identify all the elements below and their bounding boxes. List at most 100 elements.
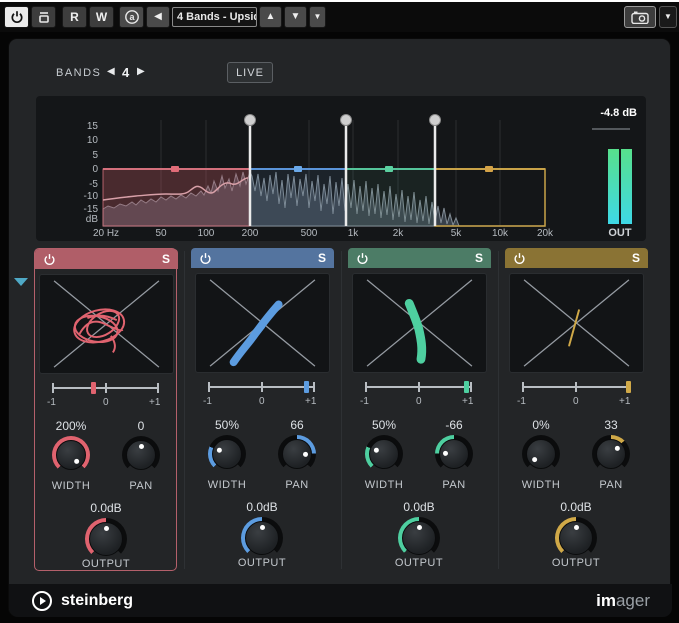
steinberg-logo: steinberg (31, 590, 133, 612)
automation-a-button[interactable]: a (119, 6, 144, 28)
pan-value[interactable]: -66 (424, 418, 484, 432)
pan-label: PAN (111, 480, 171, 492)
spin-down-icon: ▼ (291, 12, 301, 22)
preset-display[interactable]: 4 Bands - Upside (172, 7, 257, 27)
output-level-readout: -4.8 dB (600, 107, 637, 119)
svg-text:a: a (129, 12, 135, 22)
band-3-scope (352, 273, 487, 373)
width-label: WIDTH (197, 479, 257, 491)
scale-min-label: -1 (47, 397, 56, 408)
band-power-icon[interactable] (513, 252, 526, 265)
pan-knob[interactable] (278, 435, 316, 473)
band-solo-button[interactable]: S (475, 251, 483, 265)
band-solo-button[interactable]: S (162, 252, 170, 266)
plugin-window: R W a ◀ 4 Bands - Upside ▲ ▼ ▼ (0, 0, 679, 623)
bands-count: 4 (122, 65, 129, 80)
window-menu-button[interactable]: ▼ (659, 6, 677, 28)
previous-preset-button[interactable]: ◀ (146, 6, 170, 28)
band-power-icon[interactable] (356, 252, 369, 265)
scale-zero-label: 0 (573, 396, 579, 407)
band-4-pan-scale[interactable]: -1 0 +1 (505, 376, 648, 410)
svg-text:-10: -10 (84, 191, 99, 202)
output-label: OUTPUT (546, 557, 606, 569)
svg-text:500: 500 (301, 228, 318, 239)
pan-position-marker (304, 381, 309, 393)
band-3-panel: S -1 0 +1 50% (348, 248, 491, 571)
width-value[interactable]: 50% (354, 418, 414, 432)
brand-name: steinberg (61, 592, 133, 610)
pan-knob[interactable] (122, 436, 160, 474)
band-solo-button[interactable]: S (318, 251, 326, 265)
live-label: LIVE (236, 67, 264, 79)
live-button[interactable]: LIVE (227, 62, 273, 83)
svg-text:dB: dB (86, 214, 99, 225)
pan-knob[interactable] (592, 435, 630, 473)
output-value[interactable]: 0.0dB (389, 500, 449, 514)
svg-text:2k: 2k (393, 228, 405, 239)
preset-up-button[interactable]: ▲ (259, 6, 282, 28)
output-value[interactable]: 0.0dB (232, 500, 292, 514)
band-1-gain-handle (171, 166, 179, 172)
pan-label: PAN (267, 479, 327, 491)
width-value[interactable]: 0% (511, 418, 571, 432)
snapshot-button[interactable] (624, 6, 656, 28)
svg-text:5k: 5k (451, 228, 463, 239)
write-automation-label: W (96, 10, 107, 24)
band-2-gain-handle (294, 166, 302, 172)
output-knob[interactable] (398, 517, 440, 559)
width-label: WIDTH (41, 480, 101, 492)
width-knob[interactable] (522, 435, 560, 473)
pan-knob[interactable] (435, 435, 473, 473)
output-knob[interactable] (85, 518, 127, 560)
svg-text:100: 100 (198, 228, 215, 239)
scale-min-label: -1 (517, 396, 526, 407)
output-value[interactable]: 0.0dB (76, 501, 136, 515)
band-2-pan-scale[interactable]: -1 0 +1 (191, 376, 334, 410)
spectrum-display[interactable]: 15 10 5 0 -5 -10 -15 dB 20 Hz 50 100 200… (36, 96, 646, 241)
svg-text:50: 50 (155, 228, 167, 239)
product-name: imager (596, 591, 650, 611)
band-power-icon[interactable] (199, 252, 212, 265)
read-automation-button[interactable]: R (62, 6, 87, 28)
band-2-region (250, 169, 346, 226)
band-1-header[interactable]: S (35, 249, 178, 269)
width-label: WIDTH (511, 479, 571, 491)
host-toolbar: R W a ◀ 4 Bands - Upside ▲ ▼ ▼ (0, 2, 679, 32)
output-knob[interactable] (555, 517, 597, 559)
band-2-header[interactable]: S (191, 248, 334, 268)
bands-increase-button[interactable]: ▶ (137, 66, 145, 77)
read-automation-label: R (70, 10, 79, 24)
pan-label: PAN (424, 479, 484, 491)
width-value[interactable]: 200% (41, 419, 101, 433)
output-knob[interactable] (241, 517, 283, 559)
preset-down-button[interactable]: ▼ (284, 6, 307, 28)
width-knob[interactable] (208, 435, 246, 473)
pan-value[interactable]: 33 (581, 418, 641, 432)
svg-text:1k: 1k (348, 228, 360, 239)
pan-value[interactable]: 66 (267, 418, 327, 432)
band-1-pan-scale[interactable]: -1 0 +1 (35, 377, 178, 411)
band-4-header[interactable]: S (505, 248, 648, 268)
band-divider (341, 251, 342, 569)
svg-text:5: 5 (92, 150, 98, 161)
band-3-gain-handle (385, 166, 393, 172)
band-solo-button[interactable]: S (632, 251, 640, 265)
band-3-header[interactable]: S (348, 248, 491, 268)
bands-decrease-button[interactable]: ◀ (107, 66, 115, 77)
band-2-scope (195, 273, 330, 373)
spin-up-icon: ▲ (266, 12, 276, 22)
width-value[interactable]: 50% (197, 418, 257, 432)
plugin-power-button[interactable] (4, 6, 29, 28)
output-meter-right (621, 149, 632, 224)
output-value[interactable]: 0.0dB (546, 500, 606, 514)
collapse-triangle-icon[interactable] (14, 278, 28, 286)
write-automation-button[interactable]: W (89, 6, 114, 28)
band-power-icon[interactable] (43, 253, 56, 266)
band-3-pan-scale[interactable]: -1 0 +1 (348, 376, 491, 410)
band-4-gain-handle (485, 166, 493, 172)
pan-value[interactable]: 0 (111, 419, 171, 433)
preset-menu-button[interactable]: ▼ (309, 6, 326, 28)
width-knob[interactable] (365, 435, 403, 473)
bypass-button[interactable] (31, 6, 56, 28)
width-knob[interactable] (52, 436, 90, 474)
